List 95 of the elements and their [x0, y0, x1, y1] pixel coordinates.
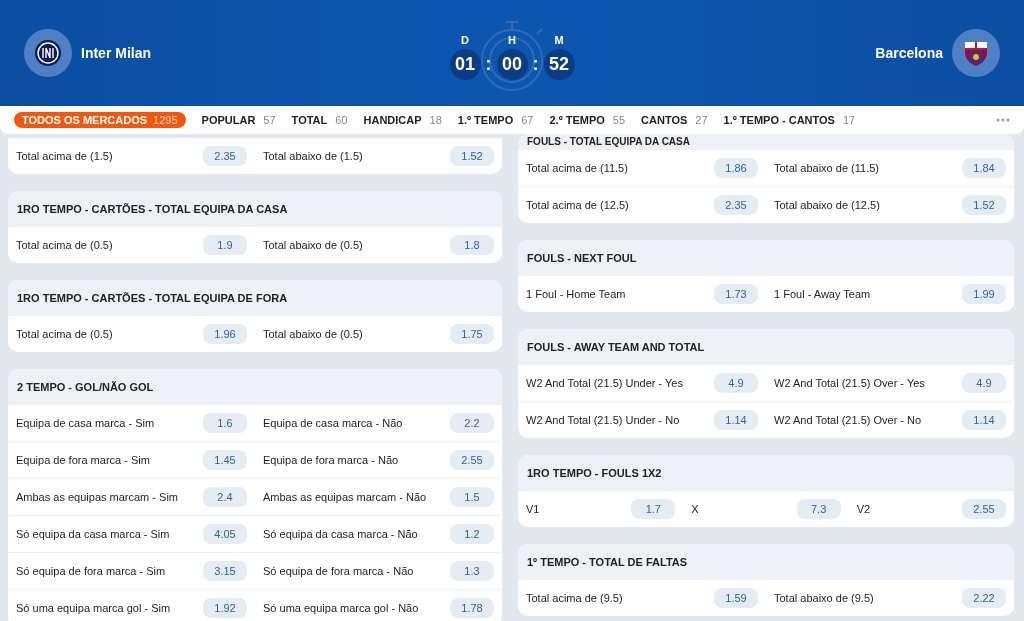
outcome-label: Só uma equipa marca gol - Não — [263, 602, 419, 614]
market-title: FOULS - NEXT FOUL — [518, 240, 1014, 276]
market-tab[interactable]: 1.º TEMPO 67 — [457, 112, 534, 128]
outcome-label: Total abaixo de (9.5) — [774, 592, 874, 604]
odds-button[interactable]: 1.3 — [450, 561, 494, 581]
odds-button[interactable]: 1.52 — [962, 195, 1006, 215]
odds-button[interactable]: 4.9 — [962, 373, 1006, 393]
odds-button[interactable]: 7.3 — [796, 499, 841, 519]
outcome-label: X — [691, 503, 699, 515]
outcome-label: Só equipa de fora marca - Não — [263, 565, 414, 577]
outcome-label: Total abaixo de (0.5) — [263, 328, 363, 340]
crest-icon — [24, 29, 72, 77]
odds-button[interactable]: 1.2 — [450, 524, 494, 544]
odds-button[interactable]: 1.99 — [962, 284, 1006, 304]
market-title: FOULS - TOTAL EQUIPA DA CASA — [518, 134, 1014, 150]
odds-button[interactable]: 2.55 — [450, 450, 494, 470]
outcome-label: W2 And Total (21.5) Under - Yes — [526, 377, 683, 389]
outcome-label: Só uma equipa marca gol - Sim — [16, 602, 171, 614]
market-tab[interactable]: 1.º TEMPO - CANTOS 17 — [723, 112, 856, 128]
outcome-label: Equipa de fora marca - Sim — [16, 454, 150, 466]
time-value: 01 — [449, 49, 481, 80]
odds-button[interactable]: 1.75 — [450, 324, 494, 344]
time-unit-label: H — [508, 34, 516, 46]
outcome-label: 1 Foul - Away Team — [774, 288, 871, 300]
odds-button[interactable]: 3.15 — [203, 561, 247, 581]
odds-button[interactable]: 1.14 — [962, 410, 1006, 430]
outcome-label: Total abaixo de (11.5) — [774, 162, 879, 174]
odds-button[interactable]: 1.84 — [962, 158, 1006, 178]
odds-button[interactable]: 2.35 — [714, 195, 758, 215]
odds-button[interactable]: 1.73 — [714, 284, 758, 304]
outcome-label: Total abaixo de (0.5) — [263, 239, 363, 251]
odds-button[interactable]: 1.14 — [714, 410, 758, 430]
market-title: FOULS - AWAY TEAM AND TOTAL — [518, 329, 1014, 365]
market-title: 2 TEMPO - GOL/NÃO GOL — [8, 369, 502, 405]
team-name: Inter Milan — [81, 45, 151, 61]
market-tab[interactable]: TODOS OS MERCADOS 1295 — [14, 112, 186, 128]
odds-button[interactable]: 1.6 — [203, 413, 247, 433]
market-tab[interactable]: POPULAR 57 — [201, 112, 276, 128]
outcome-label: Total acima de (12.5) — [526, 199, 629, 211]
odds-button[interactable]: 1.7 — [631, 499, 676, 519]
market-title: 1RO TEMPO - CARTÕES - TOTAL EQUIPA DA CASA — [8, 191, 502, 227]
outcome-label: Total acima de (0.5) — [16, 328, 113, 340]
market-tab[interactable]: 2.º TEMPO 55 — [549, 112, 626, 128]
odds-button[interactable]: 2.2 — [450, 413, 494, 433]
time-unit-label: M — [554, 34, 564, 46]
outcome-label: W2 And Total (21.5) Under - No — [526, 414, 680, 426]
odds-button[interactable]: 1.92 — [203, 598, 247, 618]
odds-button[interactable]: 2.55 — [962, 499, 1006, 519]
outcome-label: Total acima de (11.5) — [526, 162, 628, 174]
more-icon[interactable] — [996, 118, 1010, 122]
odds-button[interactable]: 1.45 — [203, 450, 247, 470]
outcome-label: Equipa de fora marca - Não — [263, 454, 399, 466]
odds-button[interactable]: 1.52 — [450, 146, 494, 166]
team-name: Barcelona — [875, 45, 943, 61]
outcome-label: Total abaixo de (1.5) — [263, 150, 363, 162]
market-title: 1RO TEMPO - CARTÕES - TOTAL EQUIPA DE FORA — [8, 280, 502, 316]
odds-button[interactable]: 1.9 — [203, 235, 247, 255]
odds-button[interactable]: 1.96 — [203, 324, 247, 344]
outcome-label: Só equipa da casa marca - Sim — [16, 528, 170, 540]
odds-button[interactable]: 2.35 — [203, 146, 247, 166]
outcome-label: Equipa de casa marca - Sim — [16, 417, 155, 429]
outcome-label: 1 Foul - Home Team — [526, 288, 626, 300]
market-title: 1RO TEMPO - FOULS 1X2 — [518, 455, 1014, 491]
time-separator: : — [485, 53, 492, 76]
market-tab[interactable]: TOTAL 60 — [291, 112, 348, 128]
odds-button[interactable]: 4.9 — [714, 373, 758, 393]
odds-button[interactable]: 2.4 — [203, 487, 247, 507]
market-tab[interactable]: CANTOS 27 — [641, 112, 708, 128]
odds-button[interactable]: 1.86 — [714, 158, 758, 178]
outcome-label: Total acima de (0.5) — [16, 239, 113, 251]
odds-button[interactable]: 2.22 — [962, 588, 1006, 608]
outcome-label: Só equipa da casa marca - Não — [263, 528, 418, 540]
market-title: 1º TEMPO - TOTAL DE FALTAS — [518, 544, 1014, 580]
outcome-label: Equipa de casa marca - Não — [263, 417, 403, 429]
outcome-label: W2 And Total (21.5) Over - Yes — [774, 377, 925, 389]
time-value: 52 — [543, 49, 575, 80]
market-tab[interactable]: HANDICAP 18 — [363, 112, 442, 128]
odds-button[interactable]: 4.05 — [203, 524, 247, 544]
odds-button[interactable]: 1.5 — [450, 487, 494, 507]
outcome-label: Total acima de (9.5) — [526, 592, 623, 604]
outcome-label: Total abaixo de (12.5) — [774, 199, 880, 211]
time-value: 00 — [496, 49, 528, 80]
outcome-label: V2 — [856, 503, 871, 515]
time-separator: : — [532, 53, 539, 76]
outcome-label: Ambas as equipas marcam - Sim — [16, 491, 178, 503]
odds-button[interactable]: 1.8 — [450, 235, 494, 255]
outcome-label: Total acima de (1.5) — [16, 150, 113, 162]
time-unit-label: D — [461, 34, 469, 46]
crest-icon — [952, 29, 1000, 77]
outcome-label: Só equipa de fora marca - Sim — [16, 565, 166, 577]
odds-button[interactable]: 1.78 — [450, 598, 494, 618]
outcome-label: V1 — [526, 503, 540, 515]
outcome-label: Ambas as equipas marcam - Não — [263, 491, 427, 503]
odds-button[interactable]: 1.59 — [714, 588, 758, 608]
outcome-label: W2 And Total (21.5) Over - No — [774, 414, 922, 426]
